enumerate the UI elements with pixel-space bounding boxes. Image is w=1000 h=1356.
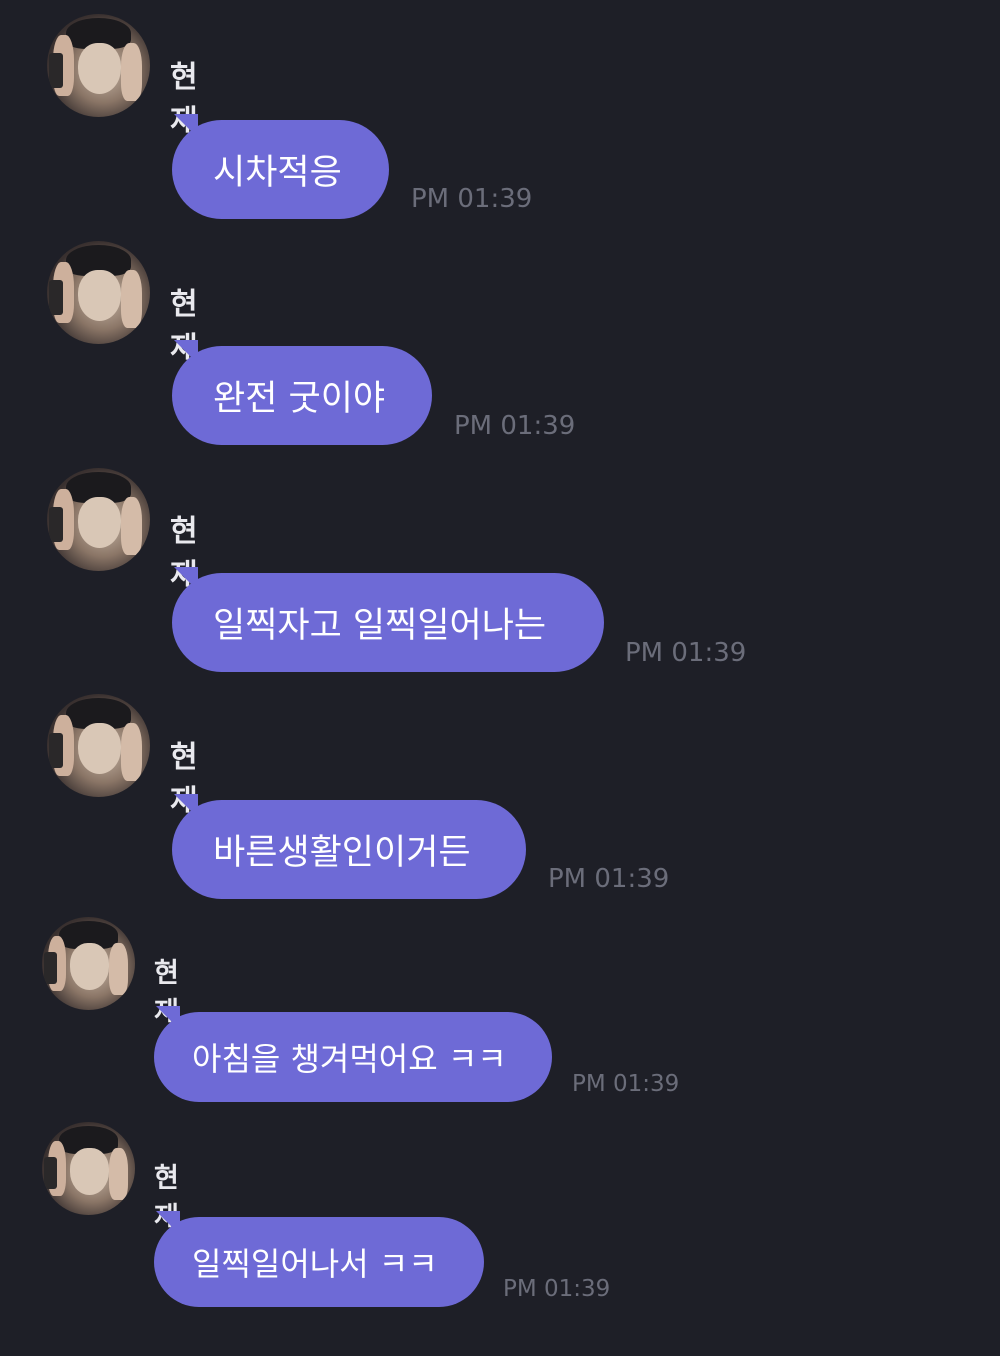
avatar[interactable] bbox=[47, 694, 150, 797]
avatar[interactable] bbox=[47, 14, 150, 117]
message-bubble[interactable]: 일찍일어나서 ㅋㅋ bbox=[154, 1217, 484, 1307]
avatar[interactable] bbox=[42, 917, 135, 1010]
message-time: PM 01:39 bbox=[548, 864, 670, 894]
message-text: 완전 굿이야 bbox=[213, 379, 386, 419]
message-bubble[interactable]: 시차적응 bbox=[172, 120, 389, 219]
message-time: PM 01:39 bbox=[503, 1276, 611, 1302]
message-time: PM 01:39 bbox=[625, 638, 747, 668]
avatar[interactable] bbox=[42, 1122, 135, 1215]
chat-view[interactable]: 현재 시차적응 PM 01:39 현재 완전 굿이야 PM 01:39 현재 일… bbox=[0, 0, 1000, 1356]
message-bubble[interactable]: 바른생활인이거든 bbox=[172, 800, 526, 899]
message-text: 일찍일어나서 ㅋㅋ bbox=[192, 1245, 438, 1283]
message-time: PM 01:39 bbox=[572, 1071, 680, 1097]
message-text: 시차적응 bbox=[213, 153, 342, 193]
message-text: 바른생활인이거든 bbox=[213, 833, 471, 873]
avatar[interactable] bbox=[47, 241, 150, 344]
message-text: 아침을 챙겨먹어요 ㅋㅋ bbox=[192, 1040, 507, 1078]
message-time: PM 01:39 bbox=[411, 184, 533, 214]
avatar[interactable] bbox=[47, 468, 150, 571]
message-text: 일찍자고 일찍일어나는 bbox=[213, 606, 547, 646]
message-bubble[interactable]: 아침을 챙겨먹어요 ㅋㅋ bbox=[154, 1012, 552, 1102]
message-bubble[interactable]: 완전 굿이야 bbox=[172, 346, 432, 445]
message-bubble[interactable]: 일찍자고 일찍일어나는 bbox=[172, 573, 604, 672]
message-time: PM 01:39 bbox=[454, 411, 576, 441]
